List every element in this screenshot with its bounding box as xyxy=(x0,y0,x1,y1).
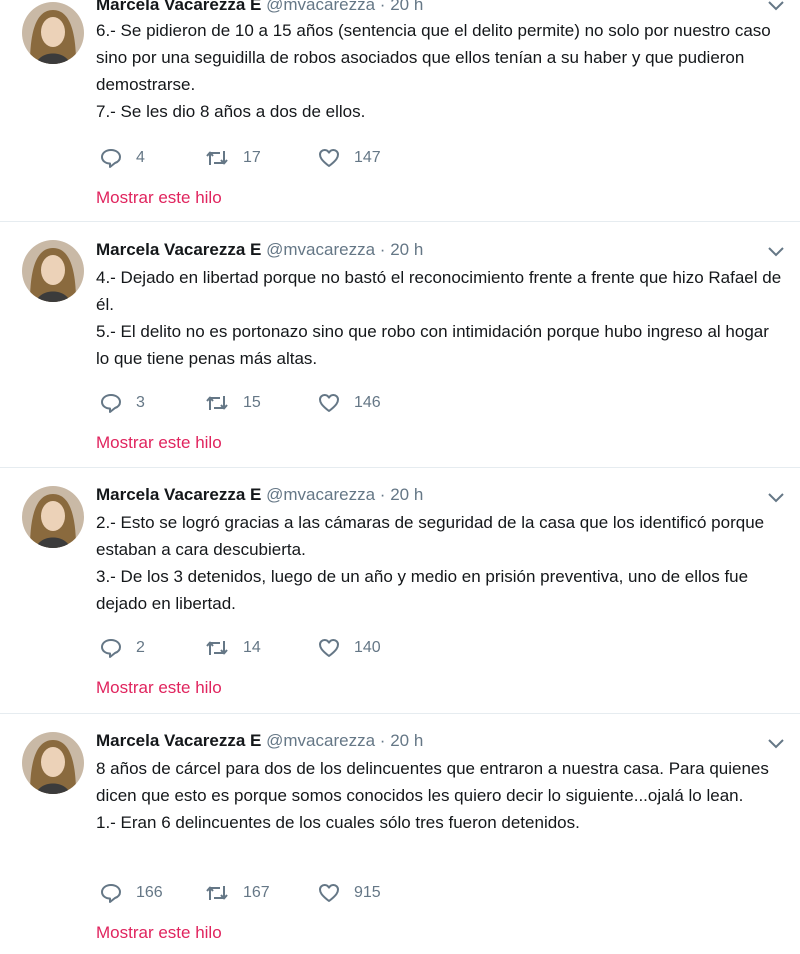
tweet[interactable]: Marcela Vacarezza E @mvacarezza · 20 h 2… xyxy=(0,468,800,714)
reply-button[interactable]: 2 xyxy=(100,636,145,660)
tweet-text: 4.- Dejado en libertad porque no bastó e… xyxy=(96,264,786,372)
retweet-count: 167 xyxy=(243,884,270,901)
reply-bubble-icon xyxy=(101,149,121,168)
like-count: 140 xyxy=(354,639,381,656)
heart-outline-icon xyxy=(319,149,339,167)
retweet-button[interactable]: 15 xyxy=(205,391,261,415)
retweet-button[interactable]: 17 xyxy=(205,146,261,170)
like-button[interactable]: 915 xyxy=(318,881,381,905)
avatar[interactable] xyxy=(22,486,84,548)
like-count: 915 xyxy=(354,884,381,901)
tweet-header: Marcela Vacarezza E @mvacarezza · 20 h xyxy=(96,239,423,261)
heart-outline-icon xyxy=(319,884,339,902)
tweet-text-line: 3.- De los 3 detenidos, luego de un año … xyxy=(96,567,749,613)
retweet-button[interactable]: 167 xyxy=(205,881,270,905)
separator-dot: · xyxy=(379,485,386,504)
heart-outline-icon xyxy=(319,639,339,657)
chevron-down-icon[interactable] xyxy=(766,244,786,258)
author-handle[interactable]: @mvacarezza xyxy=(266,731,375,750)
avatar[interactable] xyxy=(22,240,84,302)
retweet-count: 14 xyxy=(243,639,261,656)
chevron-down-icon[interactable] xyxy=(766,736,786,750)
tweet-text-line: 8 años de cárcel para dos de los delincu… xyxy=(96,759,769,805)
author-handle[interactable]: @mvacarezza xyxy=(266,485,375,504)
chevron-down-icon[interactable] xyxy=(766,0,786,12)
tweet-actions: 3 15 146 xyxy=(100,391,500,415)
like-count: 146 xyxy=(354,394,381,411)
like-button[interactable]: 140 xyxy=(318,636,381,660)
heart-outline-icon xyxy=(319,394,339,412)
reply-button[interactable]: 3 xyxy=(100,391,145,415)
separator-dot: · xyxy=(379,731,386,750)
author-handle[interactable]: @mvacarezza xyxy=(266,240,375,259)
author-handle[interactable]: @mvacarezza xyxy=(266,0,375,14)
author-name[interactable]: Marcela Vacarezza E xyxy=(96,485,261,504)
reply-count: 4 xyxy=(136,149,145,166)
tweet-text: 2.- Esto se logró gracias a las cámaras … xyxy=(96,509,786,617)
tweet[interactable]: Marcela Vacarezza E @mvacarezza · 20 h 8… xyxy=(0,714,800,954)
retweet-arrows-icon xyxy=(206,641,228,655)
tweet-text-line: 6.- Se pidieron de 10 a 15 años (sentenc… xyxy=(96,21,771,94)
tweet-text-line: 2.- Esto se logró gracias a las cámaras … xyxy=(96,513,765,559)
retweet-count: 17 xyxy=(243,149,261,166)
chevron-down-icon[interactable] xyxy=(766,490,786,504)
author-name[interactable]: Marcela Vacarezza E xyxy=(96,240,261,259)
timestamp[interactable]: 20 h xyxy=(390,731,423,750)
tweet-actions: 4 17 147 xyxy=(100,146,500,170)
tweet-actions: 2 14 140 xyxy=(100,636,500,660)
reply-bubble-icon xyxy=(101,884,121,903)
retweet-button[interactable]: 14 xyxy=(205,636,261,660)
timestamp[interactable]: 20 h xyxy=(390,240,423,259)
reply-count: 2 xyxy=(136,639,145,656)
retweet-count: 15 xyxy=(243,394,261,411)
tweet-text-line: 1.- Eran 6 delincuentes de los cuales só… xyxy=(96,813,580,832)
tweet[interactable]: Marcela Vacarezza E @mvacarezza · 20 h 4… xyxy=(0,222,800,468)
tweet-text: 8 años de cárcel para dos de los delincu… xyxy=(96,755,786,836)
separator-dot: · xyxy=(379,240,386,259)
show-thread-link[interactable]: Mostrar este hilo xyxy=(96,188,222,208)
show-thread-link[interactable]: Mostrar este hilo xyxy=(96,923,222,943)
tweet[interactable]: Marcela Vacarezza E @mvacarezza · 20 h 6… xyxy=(0,0,800,222)
tweet-header: Marcela Vacarezza E @mvacarezza · 20 h xyxy=(96,730,423,752)
tweet-text-line: 7.- Se les dio 8 años a dos de ellos. xyxy=(96,102,366,121)
timestamp[interactable]: 20 h xyxy=(390,485,423,504)
retweet-arrows-icon xyxy=(206,151,228,165)
tweet-text: 6.- Se pidieron de 10 a 15 años (sentenc… xyxy=(96,17,786,125)
reply-count: 3 xyxy=(136,394,145,411)
reply-bubble-icon xyxy=(101,394,121,413)
like-button[interactable]: 146 xyxy=(318,391,381,415)
like-count: 147 xyxy=(354,149,381,166)
tweet-text-line: 4.- Dejado en libertad porque no bastó e… xyxy=(96,268,782,314)
avatar[interactable] xyxy=(22,2,84,64)
reply-button[interactable]: 166 xyxy=(100,881,163,905)
show-thread-link[interactable]: Mostrar este hilo xyxy=(96,433,222,453)
timestamp[interactable]: 20 h xyxy=(390,0,423,14)
reply-bubble-icon xyxy=(101,639,121,658)
reply-count: 166 xyxy=(136,884,163,901)
author-name[interactable]: Marcela Vacarezza E xyxy=(96,0,261,14)
avatar[interactable] xyxy=(22,732,84,794)
show-thread-link[interactable]: Mostrar este hilo xyxy=(96,678,222,698)
tweet-header: Marcela Vacarezza E @mvacarezza · 20 h xyxy=(96,484,423,506)
separator-dot: · xyxy=(379,0,386,14)
tweet-actions: 166 167 915 xyxy=(100,881,500,905)
retweet-arrows-icon xyxy=(206,396,228,410)
reply-button[interactable]: 4 xyxy=(100,146,145,170)
author-name[interactable]: Marcela Vacarezza E xyxy=(96,731,261,750)
retweet-arrows-icon xyxy=(206,886,228,900)
tweet-text-line: 5.- El delito no es portonazo sino que r… xyxy=(96,322,769,368)
like-button[interactable]: 147 xyxy=(318,146,381,170)
tweet-header: Marcela Vacarezza E @mvacarezza · 20 h xyxy=(96,0,423,16)
